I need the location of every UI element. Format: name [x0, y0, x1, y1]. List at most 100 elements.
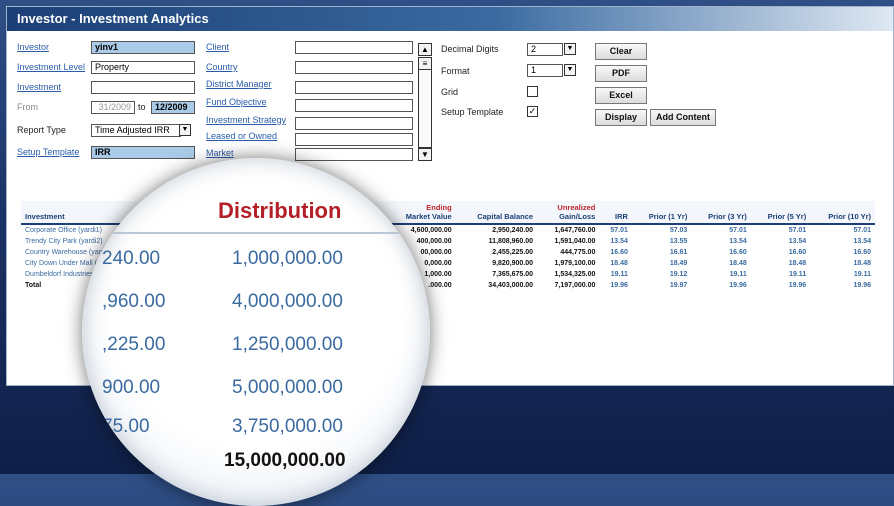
filter-investment-strategy-field[interactable]: [295, 117, 413, 130]
col-unrealized: Unrealized Gain/Loss: [537, 201, 600, 225]
scroll-up-icon[interactable]: ▲: [418, 43, 432, 56]
investment-label[interactable]: Investment: [17, 82, 61, 92]
row-cap: 11,808,960.00: [488, 238, 534, 245]
pdf-button[interactable]: PDF: [595, 65, 647, 82]
filter-district-manager-field[interactable]: [295, 81, 413, 94]
filter-fund-objective-label[interactable]: Fund Objective: [206, 97, 267, 107]
format-dropdown-icon[interactable]: ▼: [564, 64, 576, 76]
filter-client-label[interactable]: Client: [206, 42, 229, 52]
col-unrealized-line2: Gain/Loss: [559, 212, 596, 221]
magnifier-left-value: 240.00: [102, 248, 161, 269]
investment-field[interactable]: [91, 81, 195, 94]
setup-template-label[interactable]: Setup Template: [17, 147, 79, 157]
row-ugl: 1,979,100.00: [554, 260, 596, 267]
row-p3: 18.48: [729, 260, 747, 267]
magnifier-distribution-value: 4,000,000.00: [232, 291, 343, 312]
row-p10: 57.01: [853, 227, 871, 234]
to-label: to: [138, 102, 146, 112]
magnifier-left-header: ons: [82, 198, 108, 223]
format-label: Format: [441, 66, 470, 76]
row-ugl: 1,591,040.00: [554, 238, 596, 245]
row-cap: 9,820,900.00: [492, 260, 534, 267]
scroll-track[interactable]: [418, 69, 432, 148]
total-ugl: 7,197,000.00: [554, 282, 596, 289]
row-irr: 18.48: [610, 260, 628, 267]
row-p5: 13.54: [788, 238, 807, 245]
magnifier-distribution-value: 1,250,000.00: [232, 334, 343, 355]
row-p5: 57.01: [788, 227, 807, 234]
grid-checkbox[interactable]: [527, 86, 538, 97]
decimal-digits-select[interactable]: 2: [527, 43, 563, 56]
magnifier-distribution-value: 3,750,000.00: [232, 416, 343, 437]
col-prior-3: Prior (3 Yr): [691, 201, 751, 225]
filter-country-label[interactable]: Country: [206, 62, 238, 72]
row-ugl: 444,775.00: [560, 249, 596, 256]
decimal-digits-label: Decimal Digits: [441, 44, 499, 54]
row-p1: 57.03: [669, 227, 688, 234]
format-select[interactable]: 1: [527, 64, 563, 77]
filter-market-field[interactable]: [295, 148, 413, 161]
filter-country-field[interactable]: [295, 61, 413, 74]
window-title: Investor - Investment Analytics: [7, 7, 893, 31]
report-type-select[interactable]: Time Adjusted IRR: [91, 124, 181, 137]
clear-button[interactable]: Clear: [595, 43, 647, 60]
filter-market-label[interactable]: Market: [206, 148, 234, 158]
to-date-field[interactable]: 12/2009: [151, 101, 195, 114]
filter-fund-objective-field[interactable]: [295, 99, 413, 112]
total-p1: 19.97: [669, 282, 688, 289]
row-p1: 16.61: [669, 249, 688, 256]
setup-template-field[interactable]: IRR: [91, 146, 195, 159]
scroll-down-icon[interactable]: ▼: [418, 148, 432, 161]
row-p5: 16.60: [788, 249, 807, 256]
row-p3: 16.60: [729, 249, 747, 256]
total-p3: 19.96: [729, 282, 747, 289]
setup-template-checkbox[interactable]: ✓: [527, 106, 538, 117]
investment-level-label[interactable]: Investment Level: [17, 62, 85, 72]
row-p5: 18.48: [788, 260, 807, 267]
col-ending-line2: Market Value: [405, 212, 452, 221]
investor-label[interactable]: Investor: [17, 42, 49, 52]
row-p1: 13.55: [669, 238, 688, 245]
row-cap: 7,365,675.00: [492, 271, 534, 278]
row-p3: 19.11: [729, 271, 747, 278]
row-p10: 18.48: [853, 260, 871, 267]
from-date-field[interactable]: 31/2009: [91, 101, 135, 114]
col-capital-balance: Capital Balance: [455, 201, 538, 225]
total-irr: 19.96: [610, 282, 628, 289]
add-content-button[interactable]: Add Content: [650, 109, 716, 126]
magnifier-left-value: ,960.00: [102, 291, 166, 312]
investment-level-field[interactable]: Property: [91, 61, 195, 74]
row-irr: 16.60: [610, 249, 628, 256]
total-cap: 34,403,000.00: [488, 282, 534, 289]
total-p10: 19.96: [853, 282, 871, 289]
decimal-digits-dropdown-icon[interactable]: ▼: [564, 43, 576, 55]
row-irr: 57.01: [610, 227, 628, 234]
magnifier-left-value: ,225.00: [102, 334, 166, 355]
filter-district-manager-label[interactable]: District Manager: [206, 79, 272, 89]
magnifier-distribution-total: 15,000,000.00: [224, 450, 346, 471]
report-type-dropdown-icon[interactable]: ▼: [179, 124, 191, 136]
total-p5: 19.96: [788, 282, 807, 289]
display-button[interactable]: Display: [595, 109, 647, 126]
magnifier-left-value: 75.00: [102, 416, 150, 437]
row-ugl: 1,534,325.00: [554, 271, 596, 278]
col-prior-5: Prior (5 Yr): [750, 201, 811, 225]
row-p3: 57.01: [729, 227, 747, 234]
filter-leased-owned-label[interactable]: Leased or Owned: [206, 131, 277, 141]
grid-label: Grid: [441, 87, 459, 97]
magnifier-header-rule: [92, 232, 420, 234]
excel-button[interactable]: Excel: [595, 87, 647, 104]
row-p1: 19.12: [669, 271, 688, 278]
col-ending-market-value: Ending Market Value: [387, 201, 456, 225]
col-irr: IRR: [599, 201, 632, 225]
col-prior-1: Prior (1 Yr): [631, 201, 692, 225]
row-p10: 13.54: [853, 238, 871, 245]
magnifier-distribution-value: 5,000,000.00: [232, 377, 343, 398]
filter-leased-owned-field[interactable]: [295, 133, 413, 146]
investor-field[interactable]: yinv1: [91, 41, 195, 54]
row-cap: 2,455,225.00: [492, 249, 534, 256]
filter-client-field[interactable]: [295, 41, 413, 54]
col-ending-line1: Ending: [426, 203, 452, 212]
filter-investment-strategy-label[interactable]: Investment Strategy: [206, 115, 286, 125]
row-p10: 19.11: [853, 271, 871, 278]
